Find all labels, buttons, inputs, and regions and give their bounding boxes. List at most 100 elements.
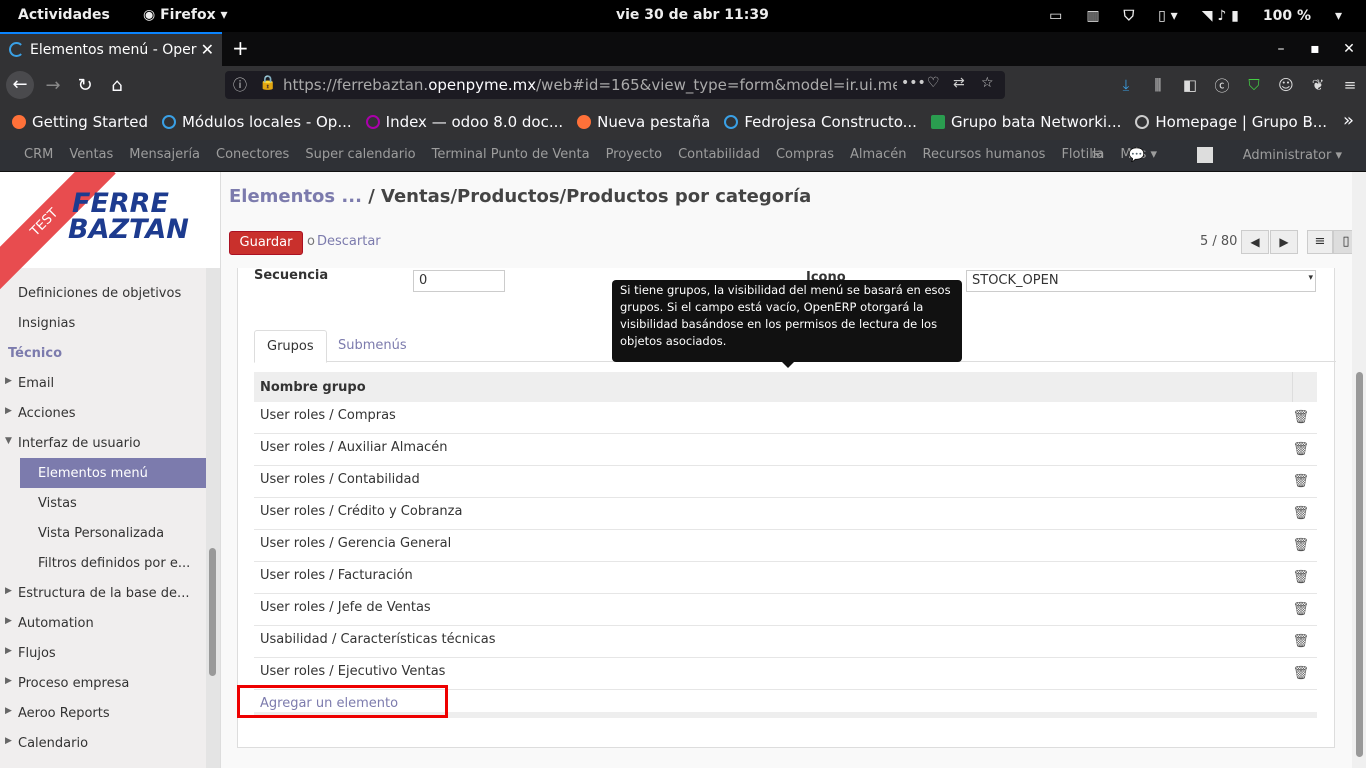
breadcrumb-parent[interactable]: Elementos ...: [229, 186, 362, 207]
top-menu-item[interactable]: Almacén: [850, 147, 907, 162]
trash-icon[interactable]: 🗑: [1292, 634, 1309, 649]
sidebar-item[interactable]: Elementos menú: [20, 458, 206, 488]
icon-select[interactable]: STOCK_OPEN ▾: [966, 270, 1316, 292]
bookmark-item[interactable]: Módulos locales - Op...: [161, 113, 352, 131]
table-row[interactable]: Usabilidad / Características técnicas 🗑: [254, 626, 1317, 658]
close-tab-icon[interactable]: ✕: [201, 40, 214, 59]
reload-icon[interactable]: ↻: [72, 73, 98, 99]
table-row[interactable]: User roles / Crédito y Cobranza 🗑: [254, 498, 1317, 530]
sidebar-item[interactable]: Insignias: [0, 308, 206, 338]
next-record-button[interactable]: ▶: [1270, 230, 1298, 254]
trash-icon[interactable]: 🗑: [1292, 442, 1309, 457]
sidebar-item[interactable]: ▶ Flujos: [0, 638, 206, 668]
top-menu-item[interactable]: CRM: [24, 147, 53, 162]
more-bookmarks-icon[interactable]: »: [1343, 110, 1354, 131]
top-menu-item[interactable]: Proyecto: [606, 147, 663, 162]
column-header[interactable]: Nombre grupo: [254, 372, 1317, 402]
trash-icon[interactable]: 🗑: [1292, 474, 1309, 489]
prev-record-button[interactable]: ◀: [1241, 230, 1269, 254]
sidebar-item[interactable]: Filtros definidos por e...: [0, 548, 206, 578]
sidebar-item[interactable]: ▶ Aeroo Reports: [0, 698, 206, 728]
table-row[interactable]: User roles / Gerencia General 🗑: [254, 530, 1317, 562]
sidebar-item[interactable]: ▶ Automation: [0, 608, 206, 638]
trash-icon[interactable]: 🗑: [1292, 666, 1309, 681]
browser-tab[interactable]: Elementos menú - Oper ✕: [0, 32, 222, 66]
trash-icon[interactable]: 🗑: [1292, 506, 1309, 521]
sidebar-item[interactable]: Definiciones de objetivos: [0, 278, 206, 308]
maximize-icon[interactable]: ▪: [1298, 41, 1332, 57]
top-menu-item[interactable]: Compras: [776, 147, 834, 162]
tab-grupos[interactable]: Grupos: [254, 330, 327, 363]
close-window-icon[interactable]: ✕: [1332, 41, 1366, 57]
table-row[interactable]: User roles / Facturación 🗑: [254, 562, 1317, 594]
sidebar-scroll-thumb[interactable]: [209, 548, 216, 676]
top-menu-item[interactable]: Ventas: [69, 147, 113, 162]
bookmark-item[interactable]: Getting Started: [12, 113, 148, 131]
sequence-input[interactable]: 0: [413, 270, 505, 292]
table-row[interactable]: User roles / Compras 🗑: [254, 402, 1317, 434]
lock-icon[interactable]: 🔒: [259, 75, 276, 91]
sidebar-scrollbar[interactable]: [206, 268, 220, 768]
clock[interactable]: vie 30 de abr 11:39: [616, 7, 769, 23]
translate-icon[interactable]: ⇄: [953, 75, 965, 91]
sidebar-item[interactable]: ▶ Acciones: [0, 398, 206, 428]
trash-icon[interactable]: 🗑: [1292, 570, 1309, 585]
sidebar-item[interactable]: ▶ Proceso empresa: [0, 668, 206, 698]
sidebar-item[interactable]: ▶ Calendario: [0, 728, 206, 758]
tab-submenus[interactable]: Submenús: [326, 330, 419, 363]
trash-icon[interactable]: 🗑: [1292, 602, 1309, 617]
bookmark-item[interactable]: Nueva pestaña: [577, 113, 710, 131]
vpn-shield-icon[interactable]: ⛉: [1238, 76, 1270, 94]
library-icon[interactable]: ⫼: [1142, 76, 1174, 94]
info-icon[interactable]: ⓘ: [233, 75, 247, 95]
top-menu-item[interactable]: Super calendario: [305, 147, 415, 162]
sidebar-icon[interactable]: ◧: [1174, 76, 1206, 94]
home-icon[interactable]: ⌂: [104, 73, 130, 99]
company-logo[interactable]: TEST FERRE BAZTAN: [0, 172, 220, 294]
top-menu-item[interactable]: Recursos humanos: [923, 147, 1046, 162]
user-menu[interactable]: Administrator ▾: [1171, 147, 1342, 163]
top-menu-item[interactable]: Contabilidad: [678, 147, 760, 162]
pocket-icon[interactable]: ♡: [927, 75, 940, 91]
bookmark-star-icon[interactable]: ☆: [981, 75, 994, 91]
sidebar-item[interactable]: Vista Personalizada: [0, 518, 206, 548]
page-scrollbar[interactable]: [1352, 172, 1366, 768]
top-menu-item[interactable]: Mensajería: [129, 147, 200, 162]
top-menu-item[interactable]: Conectores: [216, 147, 289, 162]
new-tab-button[interactable]: +: [232, 36, 249, 60]
page-actions-icon[interactable]: •••: [897, 75, 926, 91]
extension-leaf-icon[interactable]: ❦: [1302, 76, 1334, 94]
table-row[interactable]: User roles / Jefe de Ventas 🗑: [254, 594, 1317, 626]
app-menu[interactable]: ◉ Firefox ▾: [143, 7, 228, 23]
chat-icon[interactable]: 💬: [1129, 148, 1145, 163]
extension-c-icon[interactable]: ⓒ: [1206, 75, 1238, 96]
trash-icon[interactable]: 🗑: [1292, 410, 1309, 425]
bookmark-item[interactable]: Grupo bata Networki...: [930, 113, 1121, 131]
back-icon[interactable]: ←: [6, 71, 34, 99]
activities-button[interactable]: Actividades: [18, 7, 110, 23]
sidebar-item[interactable]: ▶ Email: [0, 368, 206, 398]
menu-icon[interactable]: ≡: [1334, 76, 1366, 94]
discard-button[interactable]: Descartar: [317, 234, 381, 249]
table-row[interactable]: User roles / Auxiliar Almacén 🗑: [254, 434, 1317, 466]
sidebar-item[interactable]: ▼ Interfaz de usuario: [0, 428, 206, 458]
save-button[interactable]: Guardar: [229, 231, 303, 255]
bookmark-item[interactable]: Fedrojesa Constructo...: [724, 113, 917, 131]
forward-icon[interactable]: →: [40, 73, 66, 99]
url-bar[interactable]: ⓘ 🔒 https://ferrebaztan.openpyme.mx/web#…: [225, 71, 1005, 99]
minimize-icon[interactable]: –: [1264, 41, 1298, 57]
list-view-button[interactable]: ≡: [1307, 230, 1333, 254]
system-tray[interactable]: ▭ ▥ ⛉ ▯ ▾ ◥ ♪ ▮ 100 % ▾: [1049, 0, 1366, 32]
table-row[interactable]: User roles / Contabilidad 🗑: [254, 466, 1317, 498]
mail-icon[interactable]: ✉: [1092, 148, 1103, 163]
trash-icon[interactable]: 🗑: [1292, 538, 1309, 553]
bookmark-item[interactable]: Index — odoo 8.0 doc...: [365, 113, 563, 131]
sidebar-item[interactable]: ▶ Estructura de la base de...: [0, 578, 206, 608]
sidebar: TEST FERRE BAZTAN Definiciones de objeti…: [0, 172, 221, 768]
sidebar-item[interactable]: Vistas: [0, 488, 206, 518]
download-icon[interactable]: ⤓: [1110, 76, 1142, 94]
page-scroll-thumb[interactable]: [1356, 372, 1363, 757]
extension-face-icon[interactable]: ☺: [1270, 76, 1302, 94]
bookmark-item[interactable]: Homepage | Grupo B...: [1135, 113, 1327, 131]
top-menu-item[interactable]: Terminal Punto de Venta: [432, 147, 590, 162]
